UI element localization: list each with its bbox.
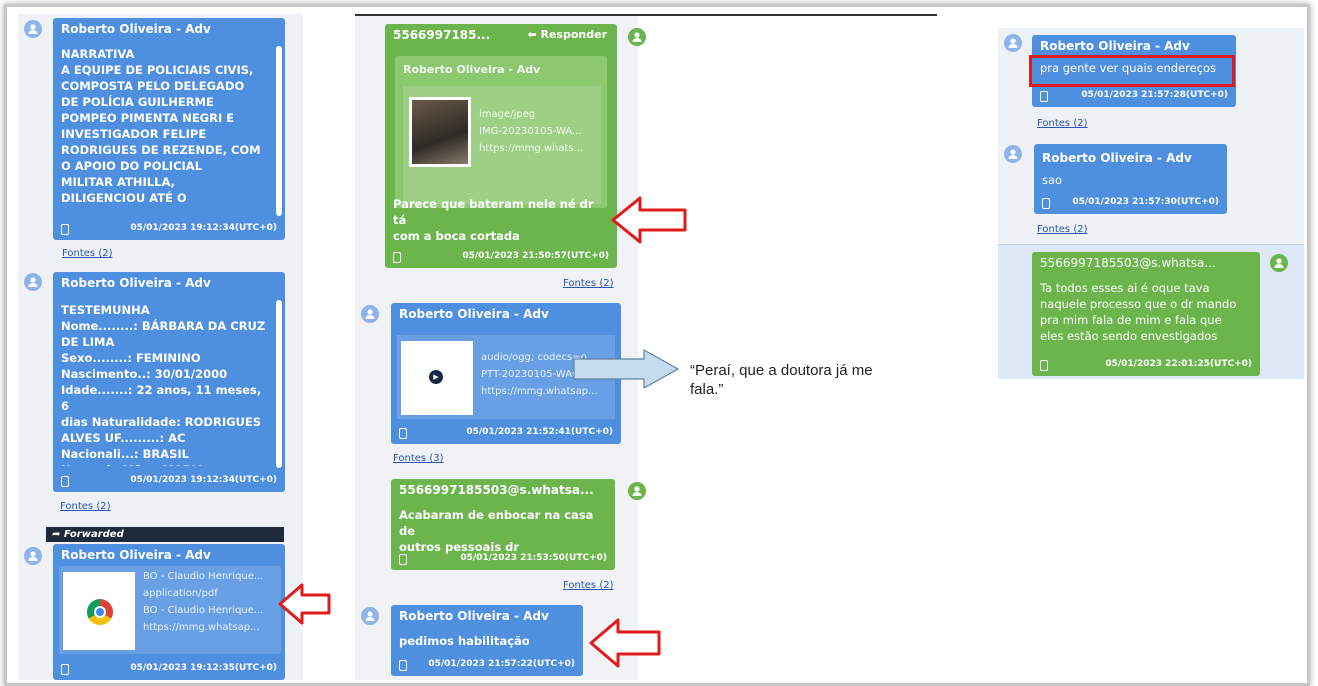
phone-icon xyxy=(1040,91,1048,102)
attachment-info: image/jpeg IMG-20230105-WA... https://mm… xyxy=(479,106,599,157)
message-author: Roberto Oliveira - Adv xyxy=(61,548,211,562)
user-avatar-icon xyxy=(1004,145,1022,163)
red-highlight-box xyxy=(1029,55,1235,87)
message-text: TESTEMUNHA Nome........: BÁRBARA DA CRUZ… xyxy=(61,303,266,466)
message-timestamp: 05/01/2023 21:53:50(UTC+0) xyxy=(460,553,607,563)
forwarded-banner: ➦ Forwarded xyxy=(46,527,284,542)
contact-avatar-icon xyxy=(628,28,646,46)
phone-icon xyxy=(399,428,407,439)
attachment-thumbnail: ▶ xyxy=(401,341,473,415)
fontes-link[interactable]: Fontes (2) xyxy=(60,501,110,512)
attachment-info: BO - Claudio Henrique... application/pdf… xyxy=(143,568,279,636)
phone-icon xyxy=(1042,198,1050,209)
red-arrow-annotation xyxy=(278,583,331,625)
phone-icon xyxy=(399,660,407,671)
top-rule xyxy=(355,14,937,16)
message-timestamp: 05/01/2023 21:52:41(UTC+0) xyxy=(466,427,613,437)
chrome-icon xyxy=(87,599,113,625)
message-text: Ta todos esses ai é oque tava naquele pr… xyxy=(1040,281,1237,343)
user-avatar-icon xyxy=(24,273,42,291)
message-timestamp: 05/01/2023 21:57:28(UTC+0) xyxy=(1081,90,1228,100)
message-timestamp: 05/01/2023 21:50:57(UTC+0) xyxy=(462,251,609,261)
contact-avatar-icon xyxy=(1270,254,1288,272)
attachment-url: https://mmg.whats... xyxy=(479,143,584,154)
reply-label: Responder xyxy=(540,28,608,41)
forward-icon: ➦ xyxy=(52,529,61,540)
fontes-link[interactable]: Fontes (2) xyxy=(1037,224,1087,235)
message-timestamp: 05/01/2023 19:12:35(UTC+0) xyxy=(130,663,277,673)
user-avatar-icon xyxy=(361,607,379,625)
message-timestamp: 05/01/2023 22:01:25(UTC+0) xyxy=(1105,359,1252,369)
message-bubble[interactable]: Roberto Oliveira - Adv sao 05/01/2023 21… xyxy=(1034,144,1227,214)
fontes-link[interactable]: Fontes (3) xyxy=(393,453,443,464)
phone-icon xyxy=(393,252,401,263)
message-sender: 5566997185503@s.whatsa... xyxy=(399,483,594,497)
play-icon[interactable]: ▶ xyxy=(429,370,443,384)
phone-icon xyxy=(1040,360,1048,371)
phone-icon xyxy=(61,476,69,487)
red-arrow-annotation xyxy=(611,196,687,244)
message-text: pedimos habilitação xyxy=(399,634,530,648)
attachment-thumbnail xyxy=(63,572,135,650)
user-avatar-icon xyxy=(361,305,379,323)
forwarded-label: Forwarded xyxy=(63,529,124,540)
message-bubble[interactable]: Roberto Oliveira - Adv TESTEMUNHA Nome..… xyxy=(53,272,285,492)
fontes-link[interactable]: Fontes (2) xyxy=(1037,118,1087,129)
phone-icon xyxy=(399,554,407,565)
red-arrow-annotation xyxy=(589,618,661,668)
message-bubble[interactable]: Roberto Oliveira - Adv pedimos habilitaç… xyxy=(391,605,583,676)
message-sender: 5566997185503@s.whatsa... xyxy=(1040,256,1216,270)
message-text: Parece que bateram nele né dr tá com a b… xyxy=(393,197,594,243)
transcript-quote: “Peraí, que a doutora já me fala.” xyxy=(690,362,873,398)
user-avatar-icon xyxy=(24,20,42,38)
quoted-message[interactable]: Roberto Oliveira - Adv image/jpeg IMG-20… xyxy=(395,56,607,208)
message-sender: 5566997185... xyxy=(393,28,491,42)
fontes-link[interactable]: Fontes (2) xyxy=(563,580,613,591)
quoted-author: Roberto Oliveira - Adv xyxy=(403,63,541,76)
message-bubble[interactable]: Roberto Oliveira - Adv NARRATIVA A EQUIP… xyxy=(53,18,285,240)
message-author: Roberto Oliveira - Adv xyxy=(399,307,549,321)
reply-icon: ⬅ xyxy=(527,28,537,41)
reply-button[interactable]: ⬅ Responder xyxy=(527,27,607,43)
message-timestamp: 05/01/2023 21:57:30(UTC+0) xyxy=(1072,197,1219,207)
callout-arrow xyxy=(573,349,679,389)
message-bubble[interactable]: 5566997185503@s.whatsa... Ta todos esses… xyxy=(1032,252,1260,376)
attachment-filename: IMG-20230105-WA... xyxy=(479,126,582,137)
message-author: Roberto Oliveira - Adv xyxy=(61,22,211,36)
image-thumbnail xyxy=(409,97,471,167)
message-author: Roberto Oliveira - Adv xyxy=(61,276,211,290)
fontes-link[interactable]: Fontes (2) xyxy=(563,278,613,289)
message-scrollbar[interactable] xyxy=(276,46,282,216)
message-author: Roberto Oliveira - Adv xyxy=(399,609,549,623)
message-bubble[interactable]: 5566997185... ⬅ Responder Roberto Olivei… xyxy=(385,24,617,268)
message-author: Roberto Oliveira - Adv xyxy=(1042,151,1192,165)
phone-icon xyxy=(61,224,69,235)
image-attachment[interactable]: image/jpeg IMG-20230105-WA... https://mm… xyxy=(403,86,601,204)
fontes-link[interactable]: Fontes (2) xyxy=(62,248,112,259)
pdf-attachment[interactable]: BO - Claudio Henrique... application/pdf… xyxy=(59,566,281,654)
message-author: Roberto Oliveira - Adv xyxy=(1040,39,1190,53)
attachment-mime: image/jpeg xyxy=(479,109,536,120)
message-text: NARRATIVA A EQUIPE DE POLICIAIS CIVIS, C… xyxy=(61,47,261,205)
attachment-mime: application/pdf xyxy=(143,588,218,599)
message-timestamp: 05/01/2023 19:12:34(UTC+0) xyxy=(130,223,277,233)
phone-icon xyxy=(61,664,69,675)
user-avatar-icon xyxy=(24,547,42,565)
message-bubble[interactable]: 5566997185503@s.whatsa... Acabaram de en… xyxy=(391,479,615,570)
attachment-url: https://mmg.whatsap... xyxy=(143,622,260,633)
message-text: sao xyxy=(1042,173,1063,187)
attachment-name: BO - Claudio Henrique... xyxy=(143,571,264,582)
message-timestamp: 05/01/2023 19:12:34(UTC+0) xyxy=(130,475,277,485)
message-text: Acabaram de enbocar na casa de outros pe… xyxy=(399,508,594,554)
message-timestamp: 05/01/2023 21:57:22(UTC+0) xyxy=(428,659,575,669)
attachment-filename: BO - Claudio Henrique... xyxy=(143,605,264,616)
message-bubble[interactable]: Roberto Oliveira - Adv BO - Claudio Henr… xyxy=(53,544,285,680)
message-scrollbar[interactable] xyxy=(276,300,282,468)
user-avatar-icon xyxy=(1004,34,1022,52)
contact-avatar-icon xyxy=(628,482,646,500)
